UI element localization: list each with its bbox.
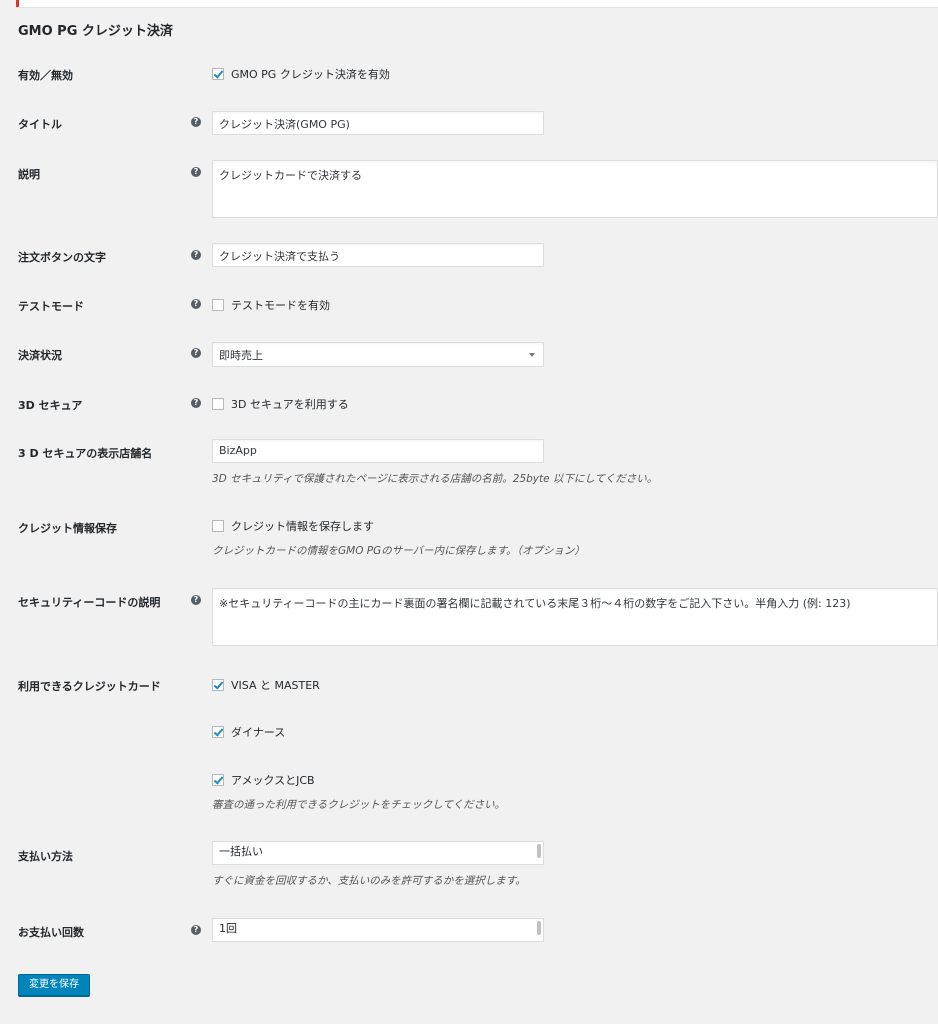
enabled-checkbox-label: GMO PG クレジット決済を有効 <box>231 68 390 81</box>
label-enabled: 有効／無効 <box>18 69 73 82</box>
card-visa-master-checkbox[interactable] <box>212 679 224 691</box>
security-code-textarea[interactable]: ※セキュリティーコードの主にカード裏面の署名欄に記載されている末尾３桁～４桁の数… <box>212 588 938 646</box>
help-icon: ? <box>191 595 201 605</box>
label-installments: お支払い回数 <box>18 926 84 939</box>
enabled-checkbox[interactable] <box>212 68 224 80</box>
top-notice-bar <box>16 0 938 8</box>
notice-accent <box>16 0 19 7</box>
installments-option[interactable]: 1回 <box>219 922 537 935</box>
payment-method-option[interactable]: 一括払い <box>219 845 537 858</box>
card-amex-jcb-checkbox[interactable] <box>212 774 224 786</box>
label-3d-shop-name: 3 D セキュアの表示店舗名 <box>18 447 153 460</box>
order-button-input[interactable]: クレジット決済で支払う <box>212 243 544 267</box>
help-icon: ? <box>191 167 201 177</box>
help-icon: ? <box>191 117 201 127</box>
help-icon: ? <box>191 299 201 309</box>
card-diners-label: ダイナース <box>231 726 286 739</box>
enabled-checkbox-row[interactable]: GMO PG クレジット決済を有効 <box>212 66 390 82</box>
save-credit-checkbox-label: クレジット情報を保存します <box>231 520 374 533</box>
label-title: タイトル <box>18 118 62 131</box>
label-order-button: 注文ボタンの文字 <box>18 251 106 264</box>
card-amex-jcb-label: アメックスとJCB <box>231 774 315 787</box>
save-credit-description: クレジットカードの情報をGMO PGのサーバー内に保存します。（オプション） <box>212 545 585 557</box>
label-security-code: セキュリティーコードの説明 <box>18 596 161 609</box>
save-changes-button[interactable]: 変更を保存 <box>18 974 90 996</box>
chevron-down-icon <box>529 353 535 357</box>
help-icon: ? <box>191 348 201 358</box>
label-description: 説明 <box>18 168 40 181</box>
3d-secure-checkbox[interactable] <box>212 398 224 410</box>
payment-status-select[interactable]: 即時売上 <box>212 342 544 367</box>
page-title: GMO PG クレジット決済 <box>18 24 173 39</box>
3d-secure-checkbox-label: 3D セキュアを利用する <box>231 398 349 411</box>
test-mode-checkbox-label: テストモードを有効 <box>231 299 330 312</box>
label-payment-method: 支払い方法 <box>18 850 73 863</box>
description-textarea[interactable]: クレジットカードで決済する <box>212 160 938 218</box>
label-save-credit: クレジット情報保存 <box>18 522 117 535</box>
label-test-mode: テストモード <box>18 300 84 313</box>
3d-shop-name-description: 3D セキュリティで保護されたページに表示される店舗の名前。25byte 以下に… <box>212 473 658 485</box>
card-diners-row[interactable]: ダイナース <box>212 724 285 740</box>
help-icon: ? <box>191 250 201 260</box>
installments-listbox[interactable]: 1回 <box>212 918 544 942</box>
help-icon: ? <box>191 398 201 408</box>
3d-shop-name-input[interactable]: BizApp <box>212 439 544 463</box>
card-diners-checkbox[interactable] <box>212 726 224 738</box>
scrollbar-thumb[interactable] <box>537 844 541 858</box>
card-amex-jcb-row[interactable]: アメックスとJCB <box>212 772 315 788</box>
card-visa-master-row[interactable]: VISA と MASTER <box>212 677 320 693</box>
cards-description: 審査の通った利用できるクレジットをチェックしてください。 <box>212 799 506 811</box>
card-visa-master-label: VISA と MASTER <box>231 679 320 692</box>
save-credit-checkbox-row[interactable]: クレジット情報を保存します <box>212 518 374 534</box>
label-cards: 利用できるクレジットカード <box>18 680 161 693</box>
payment-status-selected: 即時売上 <box>219 349 263 362</box>
save-credit-checkbox[interactable] <box>212 520 224 532</box>
payment-method-description: すぐに資金を回収するか、支払いのみを許可するかを選択します。 <box>212 875 526 887</box>
test-mode-checkbox[interactable] <box>212 299 224 311</box>
test-mode-checkbox-row[interactable]: テストモードを有効 <box>212 297 330 313</box>
3d-secure-checkbox-row[interactable]: 3D セキュアを利用する <box>212 396 349 412</box>
scrollbar-thumb[interactable] <box>537 921 541 935</box>
title-input[interactable]: クレジット決済(GMO PG) <box>212 111 544 135</box>
help-icon: ? <box>191 925 201 935</box>
payment-method-listbox[interactable]: 一括払い <box>212 841 544 865</box>
label-payment-status: 決済状況 <box>18 349 62 362</box>
label-3d-secure: 3D セキュア <box>18 399 83 412</box>
